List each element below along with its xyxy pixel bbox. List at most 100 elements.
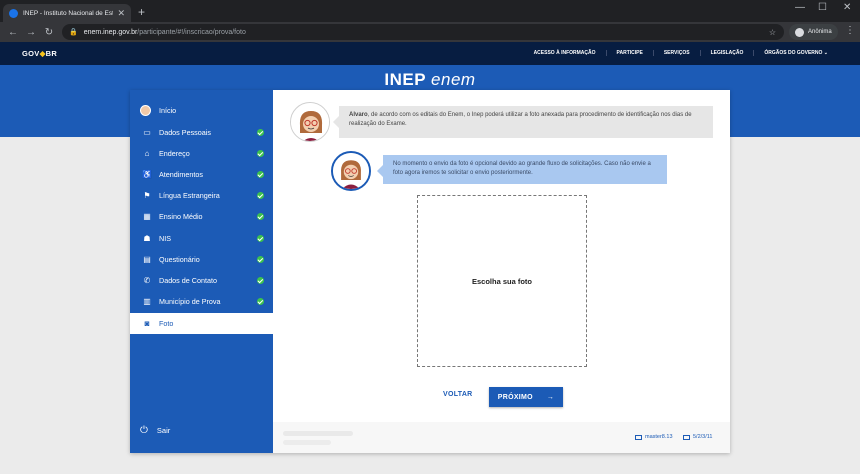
check-circle-icon — [257, 298, 264, 305]
sidebar-item-label: Município de Prova — [159, 297, 221, 306]
gov-link-participe[interactable]: PARTICIPE — [607, 50, 654, 56]
new-tab-button[interactable]: + — [138, 5, 145, 19]
gov-bar: GOV◆BR ACESSO À INFORMAÇÃO PARTICIPE SER… — [0, 42, 860, 65]
tab-title: INEP - Instituto Nacional de Estu — [23, 9, 114, 17]
sidebar-item-label: Atendimentos — [159, 170, 203, 179]
phone-icon: ✆ — [143, 276, 151, 285]
back-arrow-icon[interactable]: ← — [4, 27, 22, 38]
server-icon — [683, 434, 690, 440]
check-circle-icon — [257, 129, 264, 136]
monitor-icon — [635, 434, 642, 440]
sidebar-item-dados-pessoais[interactable]: ▭ Dados Pessoais — [130, 122, 273, 143]
chat-message-2-text: No momento o envio da foto é opcional de… — [393, 161, 651, 176]
browser-tab[interactable]: INEP - Instituto Nacional de Estu ✕ — [3, 4, 131, 22]
check-circle-icon — [257, 256, 264, 263]
menu-kebab-icon[interactable]: ⋮ — [845, 25, 855, 36]
url-path: /participante/#!/inscricao/prova/foto — [137, 28, 246, 36]
id-card-icon: ▭ — [143, 128, 151, 137]
enem-logo-text: enem — [431, 70, 476, 89]
browser-tab-bar: INEP - Instituto Nacional de Estu ✕ + — … — [0, 0, 860, 22]
user-avatar-icon — [140, 105, 151, 116]
card-footer: master8.13 5/2/3/11 — [273, 422, 730, 453]
forward-arrow-icon[interactable]: → — [22, 27, 40, 38]
sidebar-item-inicio[interactable]: Início — [130, 100, 273, 121]
sidebar-item-label: Ensino Médio — [159, 212, 203, 221]
url-host: enem.inep.gov.br — [83, 28, 138, 36]
profile-button[interactable]: Anônima — [789, 24, 838, 40]
check-circle-icon — [257, 192, 264, 199]
chat-message-1-text: , de acordo com os editais do Enem, o In… — [349, 112, 692, 127]
photo-upload-label: Escolha sua foto — [471, 276, 532, 286]
check-circle-icon — [257, 213, 264, 220]
chat-message-2: No momento o envio da foto é opcional de… — [377, 155, 667, 184]
graduation-icon: ▦ — [143, 212, 151, 221]
gov-link-orgaos[interactable]: ÓRGÃOS DO GOVERNO ⌄ — [754, 50, 838, 56]
sidebar-item-nis[interactable]: ☗ NIS — [130, 228, 273, 249]
camera-icon: ◙ — [144, 319, 150, 328]
blurred-text — [283, 440, 331, 445]
version-text: master8.13 — [645, 434, 673, 440]
sidebar-item-endereco[interactable]: ⌂ Endereço — [130, 143, 273, 164]
gov-logo-br: BR — [45, 49, 58, 58]
signout-label: Sair — [156, 426, 171, 435]
sidebar: Início ▭ Dados Pessoais ⌂ Endereço ♿ Ate… — [130, 90, 273, 453]
sidebar-item-dados-contato[interactable]: ✆ Dados de Contato — [130, 270, 273, 291]
gov-link-servicos[interactable]: SERVIÇOS — [654, 50, 701, 56]
sidebar-item-label: Endereço — [159, 149, 190, 158]
next-button-label: PRÓXIMO — [497, 393, 533, 401]
check-circle-icon — [257, 277, 264, 284]
registration-card: Início ▭ Dados Pessoais ⌂ Endereço ♿ Ate… — [130, 90, 730, 453]
sidebar-item-label: Início — [159, 106, 177, 115]
incognito-icon — [795, 27, 804, 37]
bookmark-star-icon[interactable]: ☆ — [769, 28, 776, 37]
sidebar-item-label: Dados de Contato — [159, 276, 217, 285]
close-tab-icon[interactable]: ✕ — [117, 8, 125, 19]
minimize-icon[interactable]: — — [795, 2, 805, 13]
clipboard-icon: ▤ — [143, 255, 151, 264]
next-button[interactable]: PRÓXIMO → — [489, 387, 563, 407]
profile-name: Anônima — [808, 29, 832, 35]
building-icon: ▥ — [143, 297, 151, 306]
build-chip: 5/2/3/11 — [683, 434, 712, 440]
check-circle-icon — [257, 150, 264, 157]
maximize-icon[interactable]: ☐ — [818, 2, 827, 13]
blurred-text — [283, 431, 353, 436]
check-circle-icon — [257, 235, 264, 242]
reload-icon[interactable]: ↻ — [40, 27, 58, 38]
photo-upload-area[interactable]: Escolha sua foto — [417, 195, 587, 367]
sidebar-item-foto[interactable]: ◙ Foto — [130, 313, 273, 334]
sidebar-item-ensino-medio[interactable]: ▦ Ensino Médio — [130, 206, 273, 227]
chat-user-name: Alvaro — [349, 112, 368, 118]
version-chip: master8.13 — [635, 434, 673, 440]
assistant-avatar-icon — [290, 102, 330, 142]
sidebar-item-lingua-estrangeira[interactable]: ⚑ Língua Estrangeira — [130, 185, 273, 206]
arrow-right-icon: → — [546, 393, 555, 401]
power-icon: ⏻ — [140, 425, 148, 436]
assistant-avatar-icon — [331, 151, 371, 191]
main-content: Alvaro, de acordo com os editais do Enem… — [273, 90, 730, 453]
language-icon: ⚑ — [143, 191, 151, 200]
build-text: 5/2/3/11 — [693, 434, 713, 440]
address-bar[interactable]: 🔒 enem.inep.gov.br/participante/#!/inscr… — [62, 24, 784, 40]
gov-br-logo[interactable]: GOV◆BR — [22, 49, 57, 58]
gov-logo-text: GOV — [22, 49, 40, 58]
sidebar-item-label: Foto — [159, 319, 174, 328]
inep-logo-text: INEP — [384, 70, 426, 89]
sidebar-item-label: Questionário — [159, 255, 200, 264]
close-window-icon[interactable]: ✕ — [843, 2, 851, 13]
sidebar-item-atendimentos[interactable]: ♿ Atendimentos — [130, 164, 273, 185]
lock-icon: 🔒 — [69, 29, 78, 36]
gov-links: ACESSO À INFORMAÇÃO PARTICIPE SERVIÇOS L… — [524, 50, 838, 56]
sidebar-item-label: Língua Estrangeira — [159, 191, 220, 200]
gov-link-legislacao[interactable]: LEGISLAÇÃO — [701, 50, 755, 56]
gov-link-acesso[interactable]: ACESSO À INFORMAÇÃO — [524, 50, 607, 56]
sidebar-item-municipio-prova[interactable]: ▥ Município de Prova — [130, 291, 273, 312]
check-circle-icon — [257, 171, 264, 178]
chat-message-1: Alvaro, de acordo com os editais do Enem… — [333, 106, 713, 138]
home-icon: ⌂ — [144, 149, 150, 158]
inep-enem-logo: INEP enem — [0, 70, 860, 90]
back-button[interactable]: VOLTAR — [443, 391, 473, 398]
sidebar-item-questionario[interactable]: ▤ Questionário — [130, 249, 273, 270]
signout-button[interactable]: ⏻ Sair — [140, 425, 170, 436]
sidebar-item-label: NIS — [159, 234, 171, 243]
